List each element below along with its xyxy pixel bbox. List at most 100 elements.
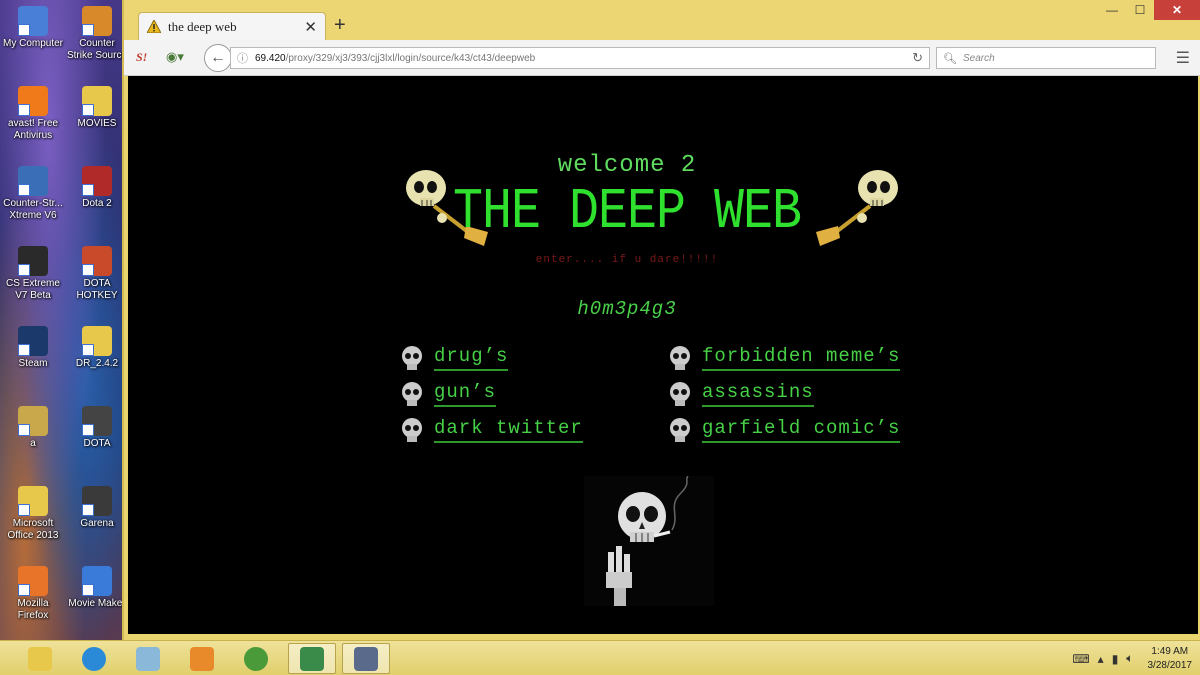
desktop-icon[interactable]: Dota 2: [66, 166, 128, 210]
list-item: drug’s: [400, 340, 583, 376]
link-guns[interactable]: gun’s: [434, 381, 497, 407]
desktop-icon-label: a: [30, 438, 36, 449]
desktop-icon-label: Microsoft Office 2013: [7, 518, 59, 541]
security-addon-icon[interactable]: S!: [136, 50, 147, 65]
desktop-icon[interactable]: My Computer: [2, 6, 64, 50]
link-assassins[interactable]: assassins: [702, 381, 814, 407]
media-player-icon: [190, 646, 214, 671]
tor-browser-icon: [300, 646, 324, 671]
list-item: assassins: [668, 376, 900, 412]
skull-icon: [402, 418, 422, 442]
minimize-button[interactable]: —: [1098, 0, 1126, 20]
desktop-icon[interactable]: MOVIES: [66, 86, 128, 130]
app-icon: [82, 566, 112, 596]
list-item: forbidden meme’s: [668, 340, 901, 376]
desktop-icon[interactable]: CS Extreme V7 Beta: [2, 246, 64, 302]
taskbar-app-button[interactable]: [288, 643, 336, 674]
links-left: drug’s gun’s dark twitter: [400, 340, 583, 448]
app-icon: [82, 246, 112, 276]
search-input[interactable]: 🔍︎ Search: [936, 47, 1156, 69]
skull-icon: [402, 382, 422, 406]
close-window-button[interactable]: ✕: [1154, 0, 1200, 20]
taskbar-app-button[interactable]: [342, 643, 390, 674]
desktop-icon-label: DOTA: [83, 438, 111, 449]
desktop-icon-label: Counter-Str... Xtreme V6: [3, 198, 63, 221]
taskbar-app-button[interactable]: [16, 643, 64, 674]
browser-window: the deep web ✕ + — ☐ ✕ S! ◉▾ ← ⓘ 69.420 …: [122, 0, 1200, 640]
desktop-icon[interactable]: a: [2, 406, 64, 450]
app-icon: [82, 486, 112, 516]
system-tray: ⌨ ▴ ▮ 🔈︎ 1:49 AM 3/28/2017: [1064, 641, 1192, 675]
skull-icon: [670, 418, 690, 442]
clock-date: 3/28/2017: [1147, 659, 1193, 671]
skull-icon: [402, 346, 422, 370]
desktop-icon[interactable]: DOTA HOTKEY: [66, 246, 128, 302]
keyboard-icon[interactable]: ⌨: [1072, 652, 1089, 666]
taskbar-app-button[interactable]: [178, 643, 226, 674]
search-icon: 🔍︎: [943, 52, 957, 65]
skull-icon: [670, 382, 690, 406]
desktop-icon-label: Steam: [18, 358, 48, 369]
desktop-icon[interactable]: DR_2.4.2: [66, 326, 128, 370]
antivirus-icon: [18, 86, 48, 116]
chevron-up-icon[interactable]: ▴: [1098, 652, 1104, 666]
tab-deep-web[interactable]: the deep web ✕: [138, 12, 326, 40]
url-host: 69.420: [255, 52, 286, 64]
desktop-icon-label: MOVIES: [77, 118, 117, 129]
warning-icon: [147, 20, 161, 33]
desktop-icon[interactable]: Counter-Str... Xtreme V6: [2, 166, 64, 222]
new-tab-button[interactable]: +: [334, 14, 346, 37]
link-forbidden-memes[interactable]: forbidden meme’s: [702, 345, 901, 371]
desktop-icon-label: DOTA HOTKEY: [76, 278, 118, 301]
url-bar[interactable]: ⓘ 69.420 /proxy/329/xj3/393/cjj3lxl/logi…: [230, 47, 930, 69]
settings-icon: [354, 646, 378, 671]
folder-icon: [82, 86, 112, 116]
desktop-icon[interactable]: avast! Free Antivirus: [2, 86, 64, 142]
taskbar-app-button[interactable]: [70, 643, 118, 674]
menu-icon[interactable]: ☰: [1176, 48, 1190, 68]
game-icon: [18, 246, 48, 276]
tagline: enter.... if u dare!!!!!: [535, 254, 719, 266]
list-item: garfield comic’s: [668, 412, 901, 448]
reload-icon[interactable]: ↻: [912, 50, 923, 66]
desktop-icon[interactable]: DOTA: [66, 406, 128, 450]
desktop-icon[interactable]: Mozilla Firefox: [2, 566, 64, 622]
game-icon: [82, 406, 112, 436]
title-bar: the deep web ✕ + — ☐ ✕: [124, 0, 1200, 40]
maximize-button[interactable]: ☐: [1126, 0, 1154, 20]
desktop-icon-label: Garena: [80, 518, 114, 529]
desktop-icon[interactable]: Counter Strike Source: [66, 6, 128, 62]
back-button[interactable]: ←: [204, 44, 232, 72]
taskbar-app-button[interactable]: [232, 643, 280, 674]
link-garfield-comics[interactable]: garfield comic’s: [702, 417, 901, 443]
desktop-icon-label: avast! Free Antivirus: [7, 118, 59, 141]
desktop-icon[interactable]: Movie Maker: [66, 566, 128, 610]
link-dark-twitter[interactable]: dark twitter: [434, 417, 583, 443]
folder-icon: [82, 326, 112, 356]
desktop-icon-label: Counter Strike Source: [66, 38, 128, 61]
search-placeholder: Search: [962, 52, 995, 64]
homepage-heading: h0m3p4g3: [577, 298, 677, 320]
game-icon: [18, 166, 48, 196]
onion-icon[interactable]: ◉▾: [166, 49, 184, 65]
network-icon[interactable]: ▮: [1112, 652, 1119, 666]
desktop-icon[interactable]: Microsoft Office 2013: [2, 486, 64, 542]
chrome-icon: [244, 646, 268, 671]
desktop-icon-label: CS Extreme V7 Beta: [6, 278, 60, 301]
info-icon[interactable]: ⓘ: [237, 50, 255, 66]
file-icon: [18, 406, 48, 436]
game-icon: [82, 6, 112, 36]
web-page: welcome 2 THE DEEP WEB enter.... if u da…: [128, 76, 1198, 634]
clock[interactable]: 1:49 AM 3/28/2017: [1148, 645, 1193, 673]
skull-icon: [670, 346, 690, 370]
welcome-text: welcome 2: [557, 152, 697, 179]
tab-title: the deep web: [168, 18, 237, 34]
desktop-icon[interactable]: Garena: [66, 486, 128, 530]
taskbar-app-button[interactable]: [124, 643, 172, 674]
file-explorer-icon: [28, 646, 52, 671]
desktop-icon[interactable]: Steam: [2, 326, 64, 370]
link-drugs[interactable]: drug’s: [434, 345, 509, 371]
close-tab-icon[interactable]: ✕: [304, 18, 317, 36]
taskbar: ⌨ ▴ ▮ 🔈︎ 1:49 AM 3/28/2017: [0, 640, 1200, 675]
volume-icon[interactable]: 🔈︎: [1126, 651, 1133, 666]
